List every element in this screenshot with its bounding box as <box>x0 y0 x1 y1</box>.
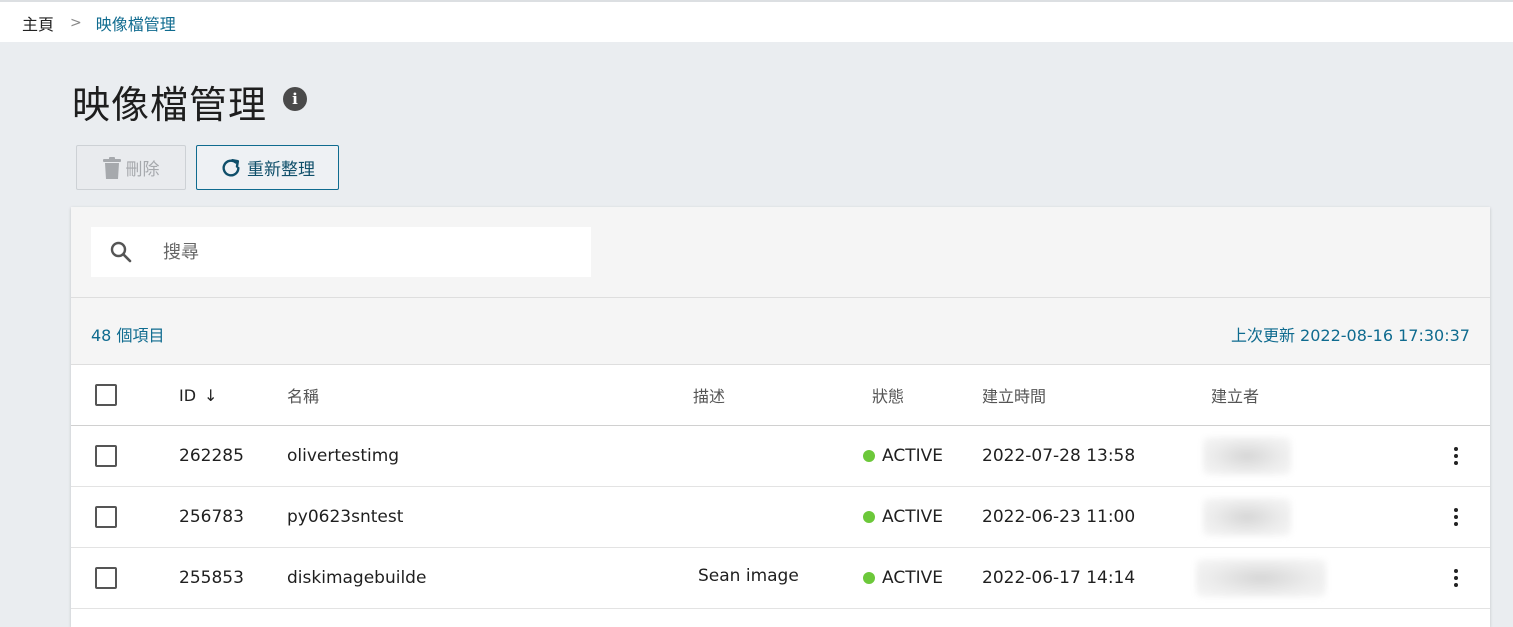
row-creator-redacted <box>1196 548 1326 608</box>
refresh-button[interactable]: 重新整理 <box>196 145 339 190</box>
row-description: Sean image <box>698 566 799 586</box>
status-active-dot <box>863 450 875 462</box>
row-created-at: 2022-07-28 13:58 <box>982 446 1136 466</box>
status-active-dot <box>863 511 875 523</box>
row-checkbox[interactable] <box>95 506 117 528</box>
breadcrumb-home-link[interactable]: 主頁 <box>22 11 54 35</box>
page-title: 映像檔管理 <box>72 83 268 127</box>
row-name: diskimagebuilde <box>287 568 427 588</box>
breadcrumb: 主頁 > 映像檔管理 <box>22 11 176 35</box>
delete-button-label: 刪除 <box>125 160 160 179</box>
delete-button[interactable]: 刪除 <box>76 145 186 190</box>
sort-down-icon: ↓ <box>204 385 218 405</box>
breadcrumb-separator: > <box>70 15 82 31</box>
row-name: olivertestimg <box>287 446 400 466</box>
row-menu-icon[interactable] <box>1444 441 1468 471</box>
row-id: 256783 <box>179 507 244 527</box>
table-row[interactable]: 255853 diskimagebuilde Sean image ACTIVE… <box>71 548 1490 609</box>
info-icon[interactable]: i <box>283 87 307 111</box>
column-header-id[interactable]: ID ↓ <box>179 365 217 425</box>
row-menu-icon[interactable] <box>1444 502 1468 532</box>
search-icon <box>109 240 133 264</box>
row-creator-redacted <box>1203 487 1291 547</box>
search-input[interactable] <box>163 241 563 263</box>
table-header-panel: 48 個項目 上次更新 2022-08-16 17:30:37 <box>71 207 1490 365</box>
column-header-description[interactable]: 描述 <box>693 365 725 425</box>
row-checkbox[interactable] <box>95 567 117 589</box>
row-created-at: 2022-06-23 11:00 <box>982 507 1136 527</box>
row-status: ACTIVE <box>863 487 943 547</box>
column-header-name[interactable]: 名稱 <box>287 365 319 425</box>
refresh-button-label: 重新整理 <box>247 160 315 179</box>
row-id: 262285 <box>179 446 244 466</box>
row-menu-icon[interactable] <box>1444 563 1468 593</box>
search-box[interactable] <box>91 227 591 277</box>
row-creator-redacted <box>1203 426 1291 486</box>
row-checkbox[interactable] <box>95 445 117 467</box>
last-updated: 上次更新 2022-08-16 17:30:37 <box>1230 326 1470 345</box>
status-active-dot <box>863 572 875 584</box>
row-name: py0623sntest <box>287 507 404 527</box>
top-bar: 主頁 > 映像檔管理 <box>0 0 1513 42</box>
breadcrumb-current: 映像檔管理 <box>95 15 176 34</box>
row-status: ACTIVE <box>863 548 943 608</box>
column-header-status[interactable]: 狀態 <box>872 365 904 425</box>
row-id: 255853 <box>179 568 244 588</box>
select-all-checkbox[interactable] <box>95 384 117 406</box>
images-table-card: 48 個項目 上次更新 2022-08-16 17:30:37 ID ↓ 名稱 … <box>71 207 1490 627</box>
table-row[interactable]: 262285 olivertestimg ACTIVE 2022-07-28 1… <box>71 426 1490 487</box>
refresh-icon <box>222 158 240 177</box>
column-header-created-at[interactable]: 建立時間 <box>982 365 1046 425</box>
item-count: 48 個項目 <box>91 326 165 345</box>
column-header-creator[interactable]: 建立者 <box>1211 365 1259 425</box>
row-created-at: 2022-06-17 14:14 <box>982 568 1136 588</box>
panel-divider <box>71 297 1490 298</box>
trash-icon <box>102 156 121 179</box>
row-status: ACTIVE <box>863 426 943 486</box>
table-row[interactable]: 256783 py0623sntest ACTIVE 2022-06-23 11… <box>71 487 1490 548</box>
table-header-row: ID ↓ 名稱 描述 狀態 建立時間 建立者 <box>71 365 1490 426</box>
